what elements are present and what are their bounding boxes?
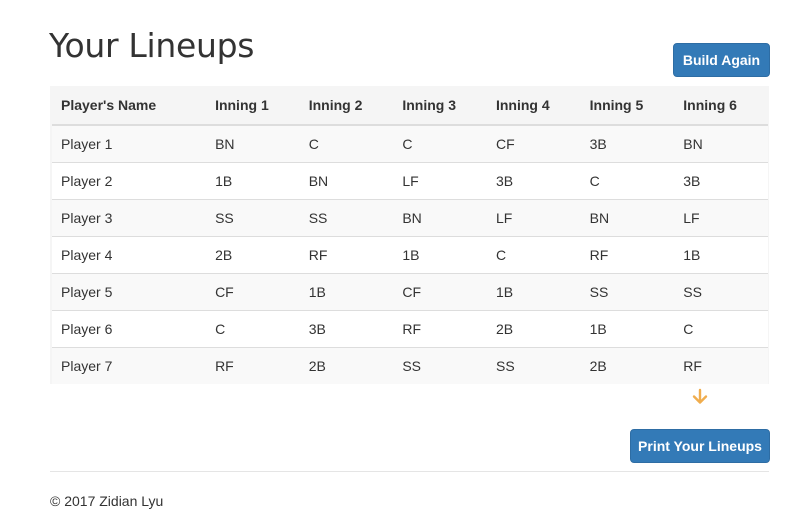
- header-inning-5: Inning 5: [580, 86, 675, 126]
- player-name-cell: Player 2: [52, 162, 207, 200]
- header-inning-4: Inning 4: [486, 86, 581, 126]
- position-cell: 1B: [206, 162, 300, 200]
- position-cell: SS: [674, 273, 768, 311]
- position-cell: 2B: [486, 310, 581, 348]
- position-cell: LF: [393, 162, 487, 200]
- player-name-cell: Player 7: [52, 347, 207, 384]
- player-name-cell: Player 3: [52, 199, 207, 237]
- position-cell: 1B: [393, 236, 487, 274]
- position-cell: LF: [486, 199, 581, 237]
- position-cell: LF: [674, 199, 768, 237]
- table-row: Player 7 RF 2B SS SS 2B RF: [52, 347, 768, 384]
- header-inning-1: Inning 1: [206, 86, 300, 126]
- position-cell: SS: [393, 347, 487, 384]
- position-cell: 3B: [486, 162, 581, 200]
- position-cell: C: [299, 124, 394, 163]
- position-cell: CF: [486, 124, 581, 163]
- position-cell: C: [206, 310, 300, 348]
- position-cell: BN: [393, 199, 487, 237]
- lineup-table: Player's Name Inning 1 Inning 2 Inning 3…: [52, 86, 768, 384]
- position-cell: RF: [674, 347, 768, 384]
- player-name-cell: Player 5: [52, 273, 207, 311]
- position-cell: CF: [206, 273, 300, 311]
- position-cell: 2B: [580, 347, 675, 384]
- position-cell: 1B: [580, 310, 675, 348]
- position-cell: 1B: [299, 273, 394, 311]
- table-row: Player 2 1B BN LF 3B C 3B: [52, 162, 768, 200]
- position-cell: RF: [299, 236, 394, 274]
- page-title: Your Lineups: [49, 26, 255, 65]
- footer-divider: [50, 471, 769, 472]
- header-inning-2: Inning 2: [299, 86, 394, 126]
- position-cell: RF: [206, 347, 300, 384]
- arrow-down-icon: [692, 388, 708, 404]
- position-cell: SS: [486, 347, 581, 384]
- position-cell: 3B: [674, 162, 768, 200]
- position-cell: 3B: [580, 124, 675, 163]
- print-lineups-button[interactable]: Print Your Lineups: [630, 429, 770, 463]
- table-row: Player 6 C 3B RF 2B 1B C: [52, 310, 768, 348]
- position-cell: CF: [393, 273, 487, 311]
- header-inning-6: Inning 6: [674, 86, 768, 126]
- table-row: Player 1 BN C C CF 3B BN: [52, 124, 768, 163]
- position-cell: BN: [299, 162, 394, 200]
- position-cell: 3B: [299, 310, 394, 348]
- position-cell: C: [580, 162, 675, 200]
- position-cell: 2B: [206, 236, 300, 274]
- footer-copyright: © 2017 Zidian Lyu: [50, 493, 164, 509]
- position-cell: C: [393, 124, 487, 163]
- position-cell: SS: [206, 199, 300, 237]
- player-name-cell: Player 6: [52, 310, 207, 348]
- position-cell: BN: [206, 124, 300, 163]
- table-header-row: Player's Name Inning 1 Inning 2 Inning 3…: [52, 86, 768, 126]
- position-cell: 2B: [299, 347, 394, 384]
- position-cell: SS: [299, 199, 394, 237]
- position-cell: 1B: [486, 273, 581, 311]
- position-cell: SS: [580, 273, 675, 311]
- position-cell: RF: [393, 310, 487, 348]
- lineup-table-container: Player's Name Inning 1 Inning 2 Inning 3…: [50, 86, 769, 384]
- header-player-name: Player's Name: [52, 86, 207, 126]
- table-row: Player 5 CF 1B CF 1B SS SS: [52, 273, 768, 311]
- position-cell: BN: [580, 199, 675, 237]
- player-name-cell: Player 4: [52, 236, 207, 274]
- position-cell: RF: [580, 236, 675, 274]
- position-cell: C: [486, 236, 581, 274]
- header-inning-3: Inning 3: [393, 86, 487, 126]
- position-cell: 1B: [674, 236, 768, 274]
- table-row: Player 3 SS SS BN LF BN LF: [52, 199, 768, 237]
- position-cell: BN: [674, 124, 768, 163]
- position-cell: C: [674, 310, 768, 348]
- player-name-cell: Player 1: [52, 124, 207, 163]
- build-again-button[interactable]: Build Again: [673, 43, 770, 77]
- table-row: Player 4 2B RF 1B C RF 1B: [52, 236, 768, 274]
